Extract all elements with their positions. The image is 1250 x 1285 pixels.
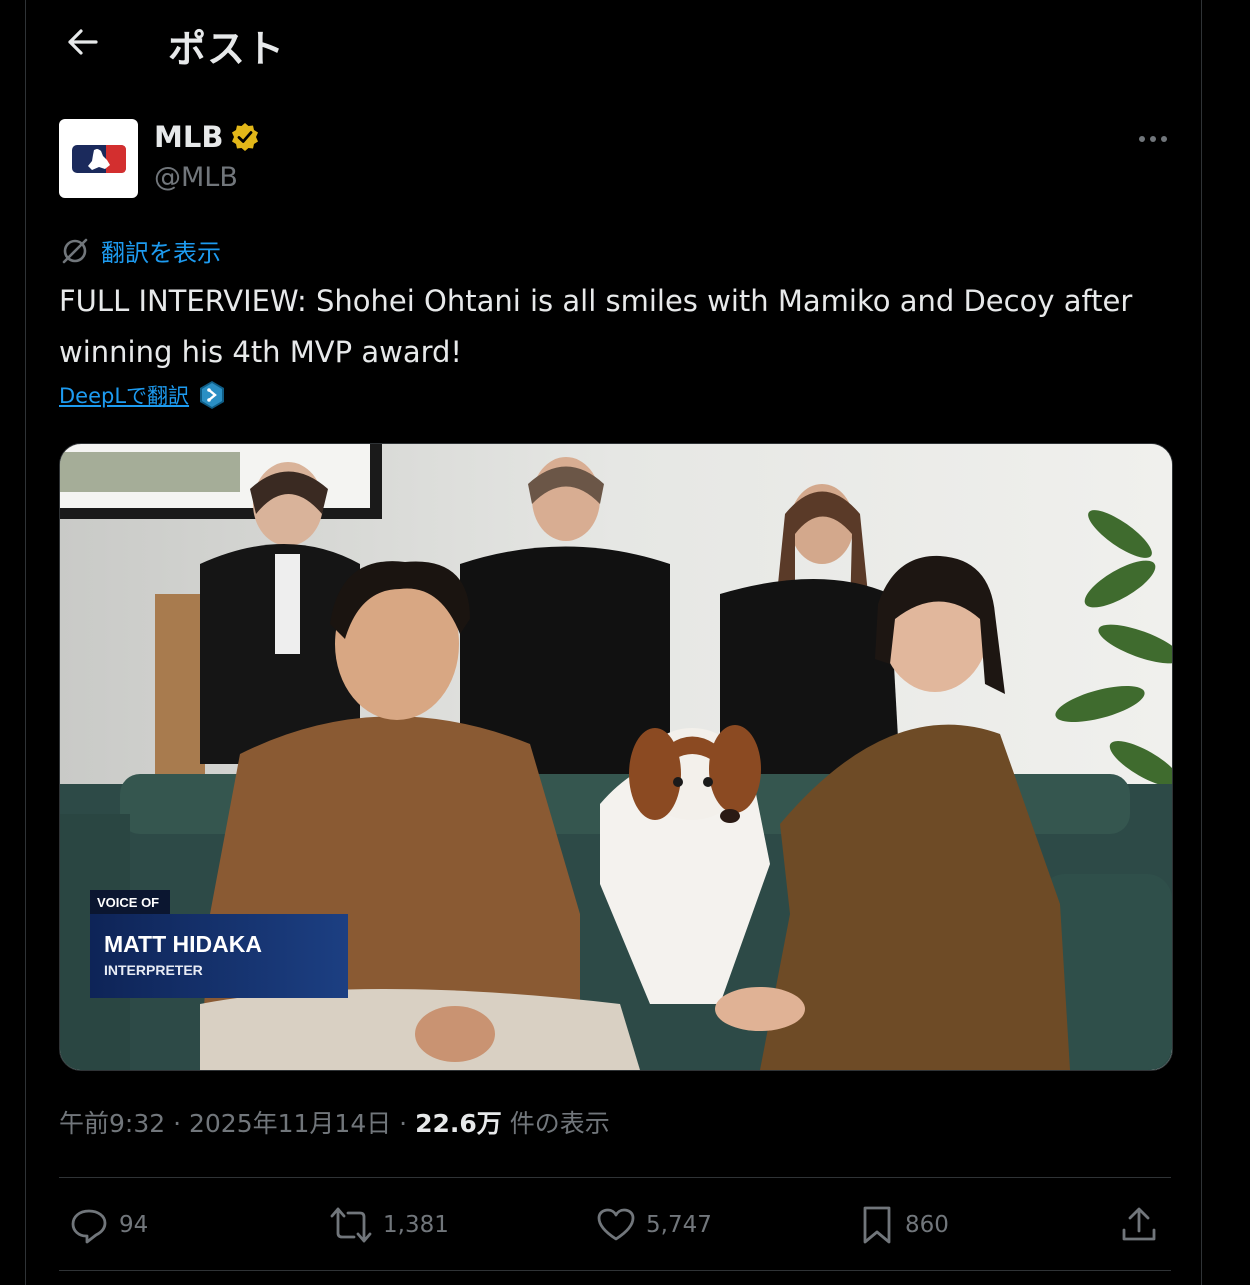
deepl-translate-row[interactable]: DeepLで翻訳 — [59, 380, 225, 410]
divider — [59, 1177, 1171, 1178]
translate-post-link[interactable]: 翻訳を表示 — [59, 233, 221, 268]
caption-role: INTERPRETER — [104, 962, 203, 978]
action-bar: 94 1,381 5,747 860 — [59, 1195, 1171, 1255]
caption-kicker: VOICE OF — [97, 895, 159, 910]
post-meta: 午前9:32 · 2025年11月14日 · 22.6万 件の表示 — [59, 1104, 610, 1140]
repost-count: 1,381 — [383, 1212, 449, 1238]
caption-name: MATT HIDAKA — [104, 931, 262, 957]
back-button[interactable] — [62, 22, 102, 62]
like-count: 5,747 — [646, 1212, 712, 1238]
author-name[interactable]: MLB — [154, 120, 223, 154]
mlb-logo — [71, 144, 126, 173]
avatar[interactable] — [59, 119, 138, 198]
reply-icon — [69, 1205, 109, 1245]
bookmark-button[interactable]: 860 — [859, 1195, 949, 1255]
share-icon — [1119, 1205, 1159, 1245]
video-player[interactable]: VOICE OF MATT HIDAKA INTERPRETER — [59, 443, 1173, 1071]
more-icon — [1138, 135, 1168, 143]
back-arrow-icon — [65, 27, 99, 57]
page-header: ポスト — [26, 0, 1201, 90]
translate-label[interactable]: 翻訳を表示 — [101, 233, 221, 268]
column-border-left — [25, 0, 26, 1285]
view-count: 22.6万 — [415, 1109, 502, 1138]
deepl-icon — [199, 380, 225, 410]
author-handle[interactable]: @MLB — [154, 162, 238, 193]
video-frame: VOICE OF MATT HIDAKA INTERPRETER — [60, 444, 1172, 1070]
tweet-text: FULL INTERVIEW: Shohei Ohtani is all smi… — [59, 284, 1133, 369]
bookmark-count: 860 — [905, 1212, 949, 1238]
bookmark-icon — [859, 1204, 895, 1246]
like-icon — [596, 1205, 636, 1245]
page-title: ポスト — [168, 27, 286, 71]
share-button[interactable] — [1119, 1195, 1159, 1255]
translate-icon — [59, 235, 91, 267]
reply-button[interactable]: 94 — [69, 1195, 148, 1255]
deepl-translate-link[interactable]: DeepLで翻訳 — [59, 380, 189, 410]
post-time[interactable]: 午前9:32 — [59, 1104, 165, 1140]
divider — [59, 1270, 1171, 1271]
author-name-row[interactable]: MLB — [154, 120, 261, 154]
reply-count: 94 — [119, 1212, 149, 1238]
post-date[interactable]: 2025年11月14日 — [189, 1104, 391, 1140]
column-border-right — [1201, 0, 1202, 1285]
meta-separator: · — [165, 1109, 189, 1138]
verified-badge-icon[interactable] — [229, 121, 261, 153]
view-label: 件の表示 — [501, 1109, 610, 1138]
meta-separator: · — [391, 1109, 416, 1138]
repost-icon — [329, 1205, 373, 1245]
like-button[interactable]: 5,747 — [596, 1195, 712, 1255]
more-button[interactable] — [1134, 124, 1172, 154]
repost-button[interactable]: 1,381 — [329, 1195, 449, 1255]
